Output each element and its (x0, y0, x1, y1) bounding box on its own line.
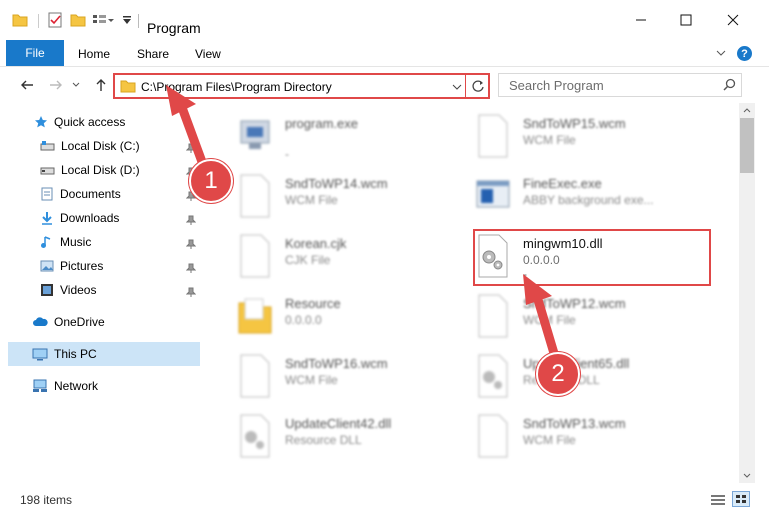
annotation-badge-2: 2 (536, 352, 580, 396)
details-view-icon[interactable] (710, 493, 726, 510)
status-bar: 198 items (0, 483, 769, 521)
annotation-arrows (166, 85, 561, 365)
annotation-badge-1: 1 (189, 159, 233, 203)
item-count: 198 items (20, 493, 73, 507)
tiles-view-icon[interactable] (732, 491, 750, 507)
